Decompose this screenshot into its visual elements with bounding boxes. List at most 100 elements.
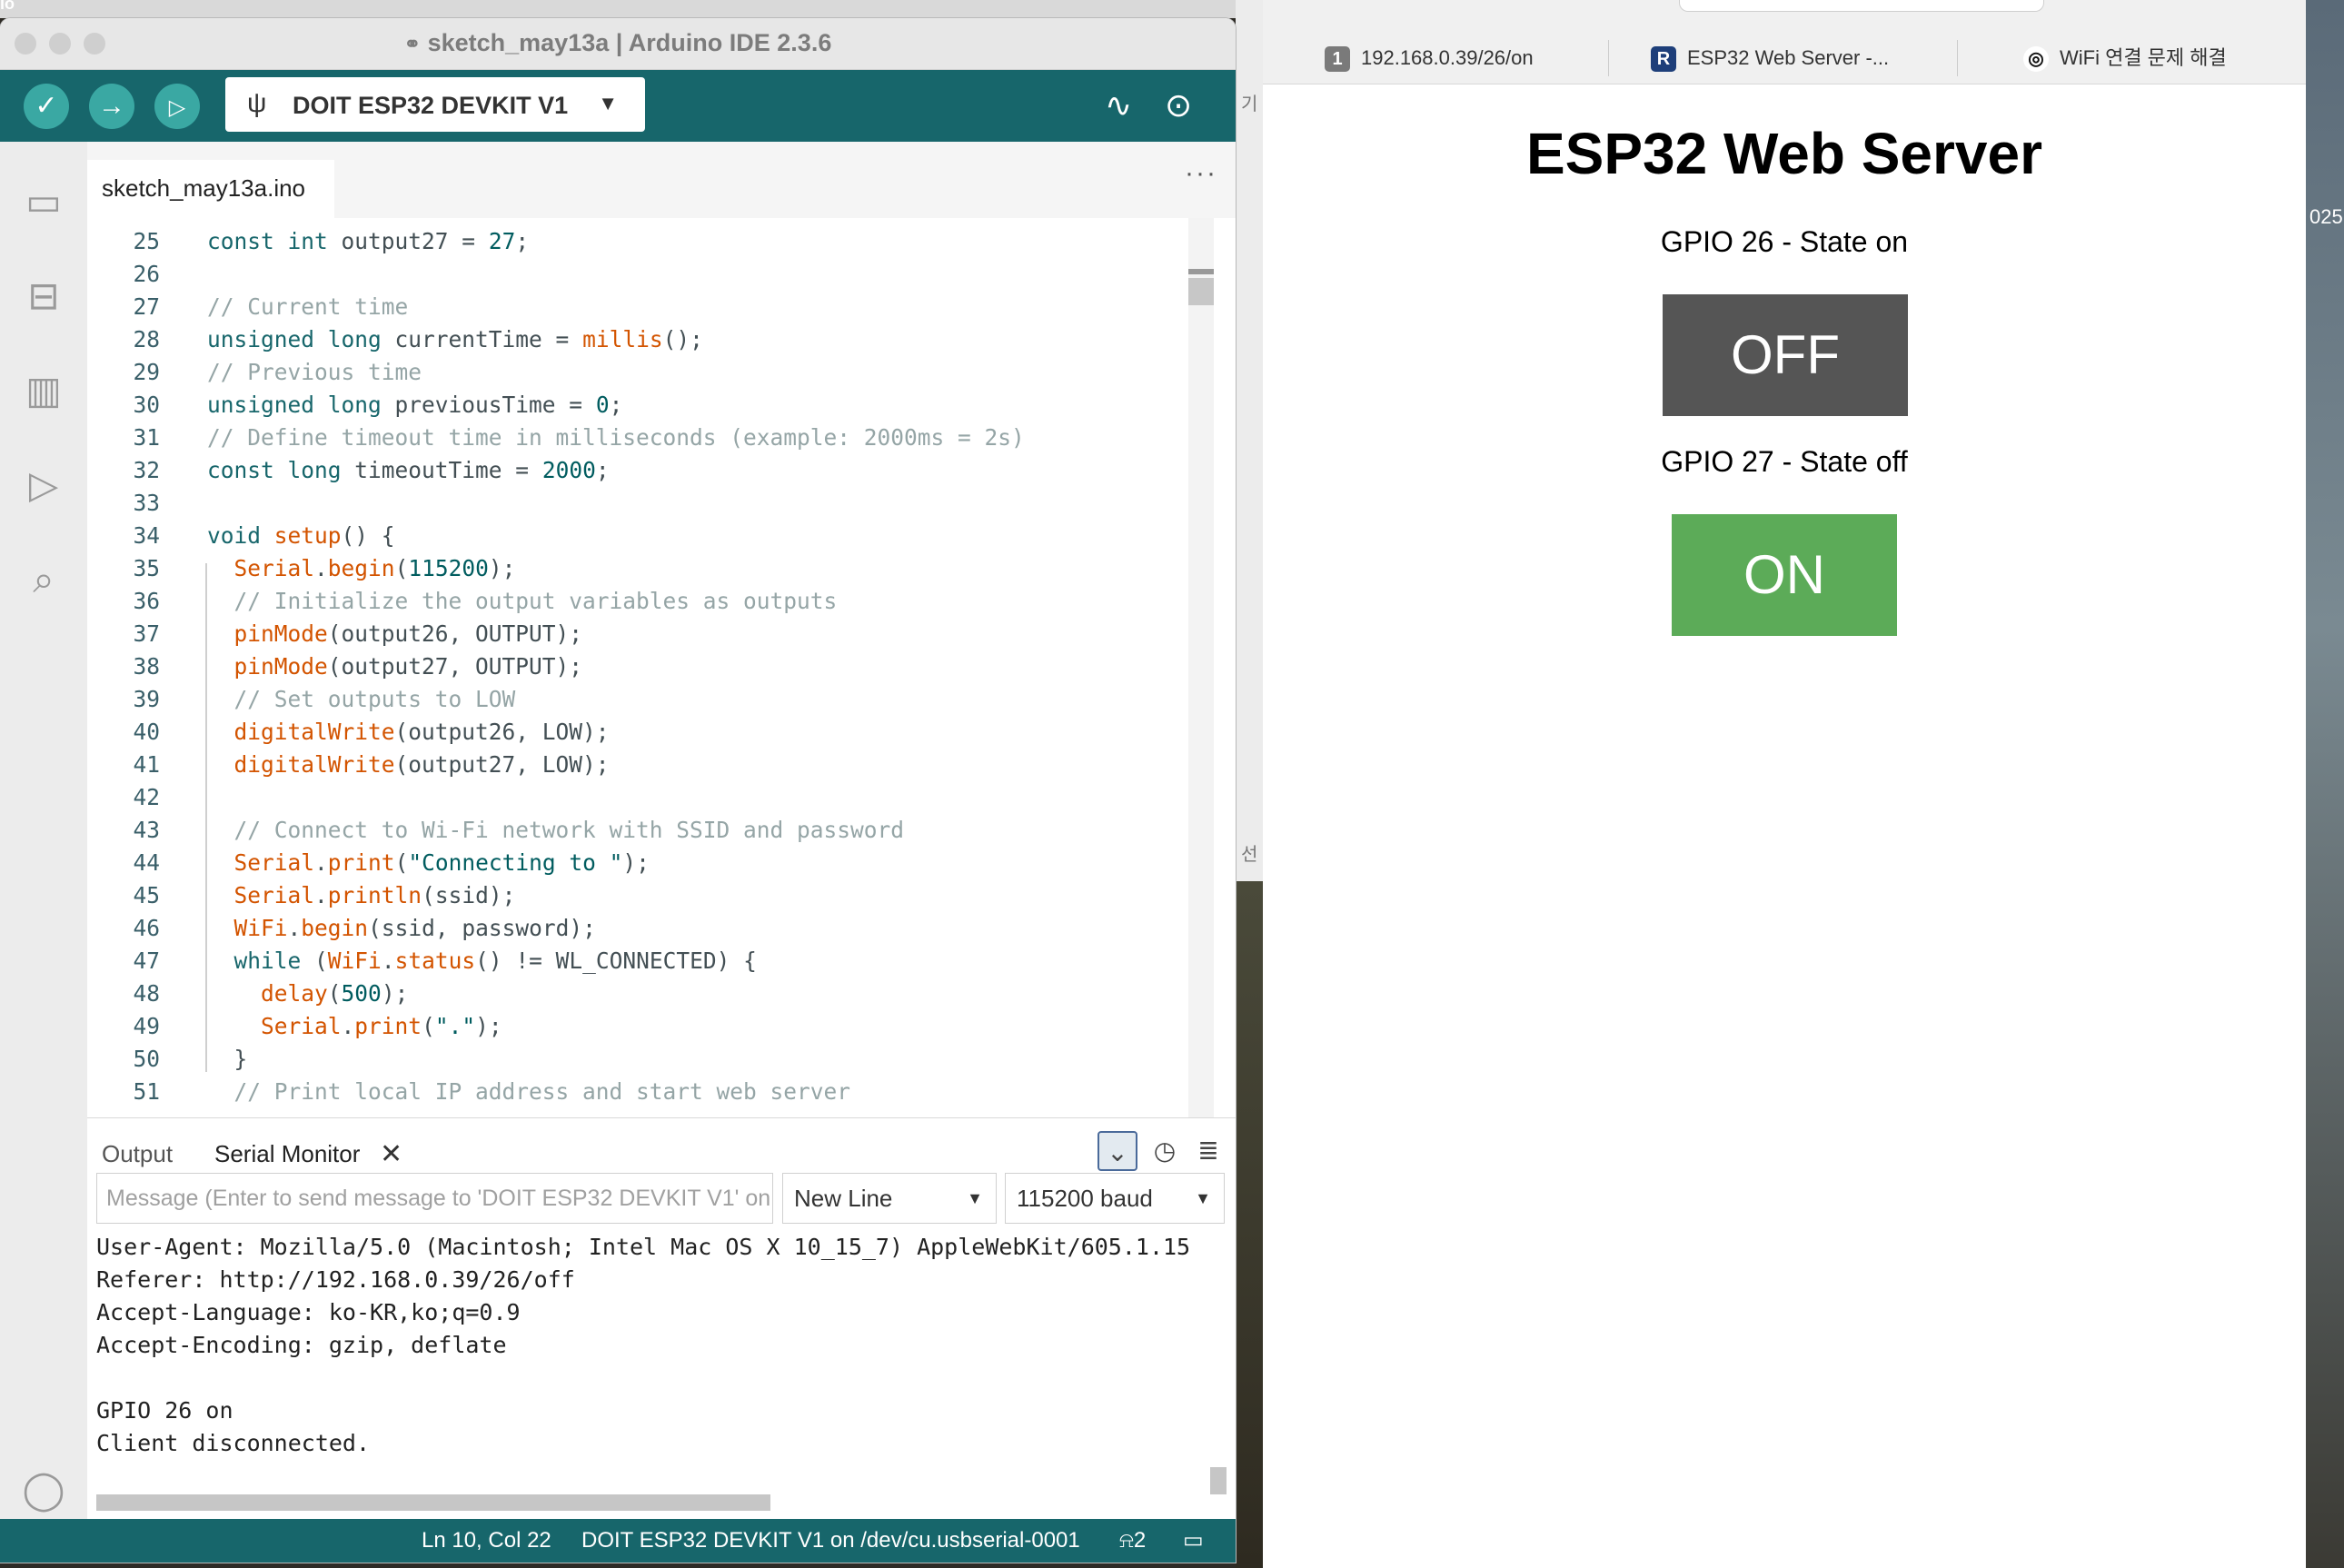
account-icon[interactable]: ◯: [20, 1466, 67, 1513]
code-line[interactable]: 30 unsigned long previousTime = 0;: [87, 389, 1214, 422]
desktop-top-strip: io: [0, 0, 1263, 18]
browser-tab-2[interactable]: R ESP32 Web Server -...: [1609, 33, 1956, 84]
code-line[interactable]: 38 pinMode(output27, OUTPUT);: [87, 650, 1214, 683]
code-text: void setup() {: [207, 522, 395, 549]
code-text: // Print local IP address and start web …: [233, 1078, 851, 1105]
code-line[interactable]: 35 Serial.begin(115200);: [87, 552, 1214, 585]
code-line[interactable]: 34 void setup() {: [87, 520, 1214, 552]
line-number: 39: [133, 686, 160, 712]
library-manager-icon[interactable]: ▥: [20, 367, 67, 414]
code-line[interactable]: 32 const long timeoutTime = 2000;: [87, 454, 1214, 487]
serial-monitor-icon[interactable]: ⊙: [1165, 86, 1192, 124]
code-editor[interactable]: 25 const int output27 = 27; 26 27 // Current…: [87, 218, 1214, 1117]
code-line[interactable]: 47 while (WiFi.status() != WL_CONNECTED)…: [87, 945, 1214, 978]
desktop-fragment: 025: [2309, 205, 2343, 228]
tab-serial-monitor[interactable]: Serial Monitor: [214, 1140, 360, 1168]
code-line[interactable]: 39 // Set outputs to LOW: [87, 683, 1214, 716]
vertical-scroll-thumb[interactable]: [1210, 1467, 1227, 1494]
code-line[interactable]: 41 digitalWrite(output27, LOW);: [87, 749, 1214, 781]
line-number: 47: [133, 948, 160, 974]
code-text: WiFi.begin(ssid, password);: [233, 915, 596, 941]
folder-icon[interactable]: ▭: [20, 178, 67, 225]
line-number: 37: [133, 620, 160, 647]
scroll-thumb[interactable]: [1188, 278, 1214, 305]
more-options-icon[interactable]: ···: [1185, 158, 1217, 189]
serial-plotter-icon[interactable]: ∿: [1105, 86, 1132, 124]
tab-output[interactable]: Output: [102, 1140, 173, 1168]
code-line[interactable]: 31 // Define timeout time in milliseconds…: [87, 422, 1214, 454]
code-line[interactable]: 29 // Previous time: [87, 356, 1214, 389]
code-line[interactable]: 33: [87, 487, 1214, 520]
editor-scrollbar[interactable]: [1188, 218, 1214, 1117]
verify-button[interactable]: ✓: [24, 84, 69, 129]
line-ending-select[interactable]: New Line ▼: [782, 1173, 997, 1224]
browser-tab-bar: 1 192.168.0.39/26/on R ESP32 Web Server -.…: [1263, 0, 2306, 84]
board-selector[interactable]: ψ DOIT ESP32 DEVKIT V1 ▼: [225, 77, 645, 132]
chevron-down-icon: ▼: [1195, 1189, 1211, 1207]
status-bar: Ln 10, Col 22 DOIT ESP32 DEVKIT V1 on /d…: [0, 1519, 1236, 1563]
gpio26-state-label: GPIO 26 - State on: [1660, 225, 1909, 258]
line-number: 28: [133, 326, 160, 352]
code-line[interactable]: 48 delay(500);: [87, 978, 1214, 1010]
code-line[interactable]: 43 // Connect to Wi-Fi network with SSID…: [87, 814, 1214, 847]
debug-button[interactable]: ▷: [154, 84, 200, 129]
debug-icon[interactable]: ▷: [20, 461, 67, 509]
desktop-wallpaper: [1236, 881, 1263, 1568]
code-text: delay(500);: [261, 980, 409, 1007]
gpio27-on-button[interactable]: ON: [1672, 514, 1897, 636]
code-line[interactable]: 49 Serial.print(".");: [87, 1010, 1214, 1043]
code-line[interactable]: 37 pinMode(output26, OUTPUT);: [87, 618, 1214, 650]
line-number: 38: [133, 653, 160, 680]
clear-output-icon[interactable]: ≣: [1188, 1131, 1228, 1171]
code-text: digitalWrite(output26, LOW);: [233, 719, 610, 745]
line-number: 49: [133, 1013, 160, 1039]
code-line[interactable]: 50 }: [87, 1043, 1214, 1076]
code-line[interactable]: 44 Serial.print("Connecting to ");: [87, 847, 1214, 879]
close-icon[interactable]: ✕: [380, 1138, 402, 1170]
code-line[interactable]: 26: [87, 258, 1214, 291]
browser-tab-3[interactable]: ◎ WiFi 연결 문제 해결: [1958, 33, 2306, 84]
horizontal-scroll-thumb[interactable]: [96, 1494, 770, 1511]
tab-favicon: 1: [1325, 46, 1350, 73]
line-number: 36: [133, 588, 160, 614]
autoscroll-toggle-icon[interactable]: ⌄: [1098, 1131, 1137, 1171]
search-icon[interactable]: ⌕: [20, 556, 67, 603]
gpio26-off-button[interactable]: OFF: [1663, 294, 1908, 416]
tab-sketch-file[interactable]: sketch_may13a.ino: [87, 160, 334, 218]
code-line[interactable]: 45 Serial.println(ssid);: [87, 879, 1214, 912]
line-number: 45: [133, 882, 160, 908]
notification-bell-icon[interactable]: ⍾ 2: [1119, 1519, 1146, 1563]
code-text: }: [207, 1046, 248, 1072]
code-text: unsigned long currentTime = millis();: [207, 326, 703, 352]
baud-rate-select[interactable]: 115200 baud ▼: [1005, 1173, 1225, 1224]
line-number: 35: [133, 555, 160, 581]
upload-button[interactable]: →: [89, 84, 134, 129]
line-number: 46: [133, 915, 160, 941]
code-line[interactable]: 42: [87, 781, 1214, 814]
boards-manager-icon[interactable]: ⊟: [20, 273, 67, 320]
code-line[interactable]: 25 const int output27 = 27;: [87, 225, 1214, 258]
cursor-position[interactable]: Ln 10, Col 22: [422, 1519, 551, 1563]
line-number: 26: [133, 261, 160, 287]
timestamp-toggle-icon[interactable]: ◷: [1145, 1131, 1185, 1171]
code-text: pinMode(output26, OUTPUT);: [233, 620, 583, 647]
code-line[interactable]: 27 // Current time: [87, 291, 1214, 323]
address-bar[interactable]: [1679, 0, 2044, 12]
code-text: // Set outputs to LOW: [233, 686, 516, 712]
code-line[interactable]: 28 unsigned long currentTime = millis();: [87, 323, 1214, 356]
code-text: Serial.print("Connecting to ");: [233, 849, 650, 876]
code-line[interactable]: 46 WiFi.begin(ssid, password);: [87, 912, 1214, 945]
browser-tab-1[interactable]: 1 192.168.0.39/26/on: [1263, 33, 1608, 84]
line-number: 32: [133, 457, 160, 483]
toolbar: ✓ → ▷ ψ DOIT ESP32 DEVKIT V1 ▼ ∿ ⊙: [0, 70, 1236, 143]
line-ending-value: New Line: [794, 1185, 893, 1212]
chevron-down-icon: ▼: [598, 92, 618, 114]
code-text: // Connect to Wi-Fi network with SSID an…: [233, 817, 905, 843]
serial-line: Client disconnected.: [96, 1430, 371, 1456]
code-line[interactable]: 40 digitalWrite(output26, LOW);: [87, 716, 1214, 749]
code-line[interactable]: 36 // Initialize the output variables as…: [87, 585, 1214, 618]
code-line[interactable]: 51 // Print local IP address and start w…: [87, 1076, 1214, 1108]
toggle-panel-icon[interactable]: ▭: [1183, 1519, 1204, 1563]
serial-message-input[interactable]: Message (Enter to send message to 'DOIT …: [96, 1173, 773, 1224]
board-port-status[interactable]: DOIT ESP32 DEVKIT V1 on /dev/cu.usbseria…: [581, 1519, 1080, 1563]
